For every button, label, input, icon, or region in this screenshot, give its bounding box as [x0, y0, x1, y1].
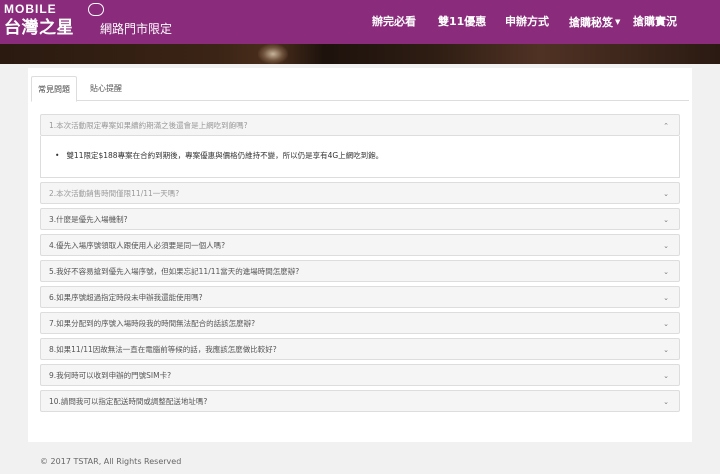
chevron-down-icon: ▼ — [615, 18, 621, 26]
chevron-down-icon: ⌄ — [663, 242, 669, 250]
faq-item-2[interactable]: 2.本次活動銷售時間僅限11/11一天嗎? ⌄ — [40, 182, 680, 204]
nav-item-apply-method[interactable]: 申辦方式 — [505, 0, 549, 44]
faq-item-5[interactable]: 5.我好不容易搶到優先入場序號，但如果忘記11/11當天的進場時間怎麼辦? ⌄ — [40, 260, 680, 282]
faq-item-7[interactable]: 7.如果分配到的序號入場時段我的時間無法配合的話該怎麼辦? ⌄ — [40, 312, 680, 334]
faq-item-10[interactable]: 10.請問我可以指定配送時間或調整配送地址嗎? ⌄ — [40, 390, 680, 412]
top-header: MOBILE 台灣之星 網路門市限定 辦完必看 雙11優惠 申辦方式 搶購秘笈 ▼… — [0, 0, 720, 44]
chevron-down-icon: ⌄ — [663, 320, 669, 328]
faq-item-4[interactable]: 4.優先入場序號領取人跟使用人必須要是同一個人嗎? ⌄ — [40, 234, 680, 256]
faq-answer-panel: 雙11限定$188專案在合約到期後，專案優惠與價格仍維持不變，所以仍是享有4G上… — [40, 136, 680, 178]
nav-item-double11-offers[interactable]: 雙11優惠 — [438, 0, 486, 44]
faq-question: 9.我何時可以收到申辦的門號SIM卡? — [49, 371, 172, 380]
faq-item-3[interactable]: 3.什麼是優先入場機制? ⌄ — [40, 208, 680, 230]
faq-question: 6.如果序號超過指定時段未申辦我還能使用嗎? — [49, 293, 203, 302]
brand-logo[interactable]: MOBILE 台灣之星 網路門市限定 — [4, 2, 204, 42]
chevron-up-icon: ⌃ — [663, 122, 669, 130]
faq-question: 8.如果11/11因故無法一直在電腦前等候的話，我應該怎麼做比較好? — [49, 345, 277, 354]
tab-bar: 常見問題 貼心提醒 — [31, 76, 689, 102]
brand-mark-icon — [88, 3, 104, 16]
faq-question: 10.請問我可以指定配送時間或調整配送地址嗎? — [49, 397, 208, 406]
brand-name: 台灣之星 — [4, 18, 74, 38]
brand-subtitle: 網路門市限定 — [100, 22, 173, 36]
nav-item-tips[interactable]: 搶購秘笈 ▼ — [569, 0, 620, 44]
chevron-down-icon: ⌄ — [663, 346, 669, 354]
chevron-down-icon: ⌄ — [663, 398, 669, 406]
chevron-down-icon: ⌄ — [663, 294, 669, 302]
faq-item-8[interactable]: 8.如果11/11因故無法一直在電腦前等候的話，我應該怎麼做比較好? ⌄ — [40, 338, 680, 360]
faq-question: 1.本次活動限定專案如果續約期滿之後還會是上網吃到飽嗎? — [49, 121, 248, 130]
faq-item-9[interactable]: 9.我何時可以收到申辦的門號SIM卡? ⌄ — [40, 364, 680, 386]
faq-question: 3.什麼是優先入場機制? — [49, 215, 128, 224]
nav-item-live[interactable]: 搶購實況 — [633, 0, 677, 44]
brand-top-text: MOBILE — [4, 2, 57, 16]
chevron-down-icon: ⌄ — [663, 372, 669, 380]
chevron-down-icon: ⌄ — [663, 268, 669, 276]
chevron-down-icon: ⌄ — [663, 216, 669, 224]
nav-item-tips-label: 搶購秘笈 — [569, 16, 613, 29]
hero-banner — [0, 44, 720, 64]
faq-question: 4.優先入場序號領取人跟使用人必須要是同一個人嗎? — [49, 241, 226, 250]
faq-question: 7.如果分配到的序號入場時段我的時間無法配合的話該怎麼辦? — [49, 319, 256, 328]
banner-highlight — [258, 44, 288, 64]
faq-question: 2.本次活動銷售時間僅限11/11一天嗎? — [49, 189, 180, 198]
tab-reminders[interactable]: 貼心提醒 — [81, 76, 131, 102]
faq-item-1[interactable]: 1.本次活動限定專案如果續約期滿之後還會是上網吃到飽嗎? ⌃ — [40, 114, 680, 136]
nav-item-must-read[interactable]: 辦完必看 — [372, 0, 416, 44]
chevron-down-icon: ⌄ — [663, 190, 669, 198]
faq-item-6[interactable]: 6.如果序號超過指定時段未申辦我還能使用嗎? ⌄ — [40, 286, 680, 308]
faq-question: 5.我好不容易搶到優先入場序號，但如果忘記11/11當天的進場時間怎麼辦? — [49, 267, 300, 276]
faq-answer: 雙11限定$188專案在合約到期後，專案優惠與價格仍維持不變，所以仍是享有4G上… — [55, 150, 383, 161]
tab-faq[interactable]: 常見問題 — [31, 76, 77, 102]
footer-copyright: © 2017 TSTAR, All Rights Reserved — [40, 457, 182, 466]
